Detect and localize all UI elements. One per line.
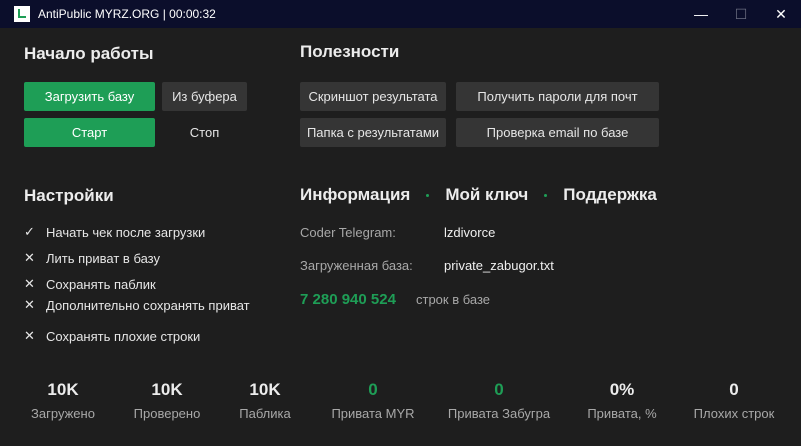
tab-support[interactable]: Поддержка (563, 185, 657, 205)
tools-section-title: Полезности (300, 42, 400, 61)
setting-label: Сохранять плохие строки (46, 328, 201, 344)
stat-value: 0% (609, 380, 635, 399)
load-base-button[interactable]: Загрузить базу (24, 82, 155, 111)
cross-icon: ✕ (24, 297, 35, 312)
loaded-base-value: private_zabugor.txt (444, 258, 554, 273)
stat-label: Привата, % (587, 406, 657, 421)
minimize-button[interactable]: — (681, 0, 721, 28)
window-controls: — ☐ ✕ (681, 0, 801, 28)
telegram-label: Coder Telegram: (300, 225, 396, 240)
stat-public: 10K Паблика (226, 378, 304, 421)
setting-auto-check[interactable]: ✓ Начать чек после загрузки (24, 224, 205, 240)
setting-label: Лить приват в базу (46, 250, 160, 266)
stop-button[interactable]: Стоп (162, 118, 247, 147)
stat-value: 0 (368, 380, 378, 399)
separator-dot (426, 193, 430, 197)
setting-save-public[interactable]: ✕ Сохранять паблик (24, 276, 156, 292)
stat-private-percent: 0% Привата, % (578, 378, 666, 421)
separator-dot (544, 193, 548, 197)
stat-label: Проверено (133, 406, 201, 421)
stat-loaded: 10K Загружено (22, 378, 104, 421)
stat-label: Привата MYR (331, 406, 415, 421)
stat-label: Плохих строк (693, 406, 775, 421)
screenshot-result-button[interactable]: Скриншот результата (300, 82, 446, 111)
close-button[interactable]: ✕ (761, 0, 801, 28)
stat-label: Паблика (239, 406, 291, 421)
setting-label: Дополнительно сохранять приват (46, 297, 250, 313)
setting-save-bad-lines[interactable]: ✕ Сохранять плохие строки (24, 328, 200, 344)
stat-value: 10K (249, 380, 281, 399)
stat-value: 0 (494, 380, 504, 399)
cross-icon: ✕ (24, 250, 35, 265)
app-icon (14, 6, 30, 22)
stat-value: 10K (47, 380, 79, 399)
window-title: AntiPublic MYRZ.ORG | 00:00:32 (38, 7, 216, 21)
setting-label: Сохранять паблик (46, 276, 156, 292)
cross-icon: ✕ (24, 328, 35, 343)
stat-private-abroad: 0 Привата Забугра (442, 378, 556, 421)
get-passwords-button[interactable]: Получить пароли для почт (456, 82, 659, 111)
settings-section-title: Настройки (24, 186, 114, 205)
title-bar: AntiPublic MYRZ.ORG | 00:00:32 — ☐ ✕ (0, 0, 801, 28)
stat-value: 10K (151, 380, 183, 399)
cross-icon: ✕ (24, 276, 35, 291)
stat-bad-lines: 0 Плохих строк (686, 378, 782, 421)
stat-checked: 10K Проверено (126, 378, 208, 421)
stat-value: 0 (729, 380, 739, 399)
check-email-button[interactable]: Проверка email по базе (456, 118, 659, 147)
stat-label: Загружено (31, 406, 95, 421)
setting-label: Начать чек после загрузки (46, 224, 206, 240)
from-clipboard-button[interactable]: Из буфера (162, 82, 247, 111)
start-section-title: Начало работы (24, 44, 154, 63)
lines-count: 7 280 940 524 (300, 291, 396, 308)
setting-push-private[interactable]: ✕ Лить приват в базу (24, 250, 160, 266)
telegram-value: lzdivorce (444, 225, 496, 240)
lines-count-label: строк в базе (416, 292, 491, 307)
start-button[interactable]: Старт (24, 118, 155, 147)
tab-my-key[interactable]: Мой ключ (445, 185, 528, 205)
setting-save-private[interactable]: ✕ Дополнительно сохранять приват (24, 297, 250, 313)
check-icon: ✓ (24, 224, 35, 239)
stat-private-myr: 0 Привата MYR (324, 378, 422, 421)
results-folder-button[interactable]: Папка с результатами (300, 118, 446, 147)
maximize-button[interactable]: ☐ (721, 0, 761, 28)
tab-information[interactable]: Информация (300, 185, 410, 205)
stat-label: Привата Забугра (447, 406, 551, 421)
info-tabs: Информация Мой ключ Поддержка (300, 185, 657, 205)
loaded-base-label: Загруженная база: (300, 258, 413, 273)
